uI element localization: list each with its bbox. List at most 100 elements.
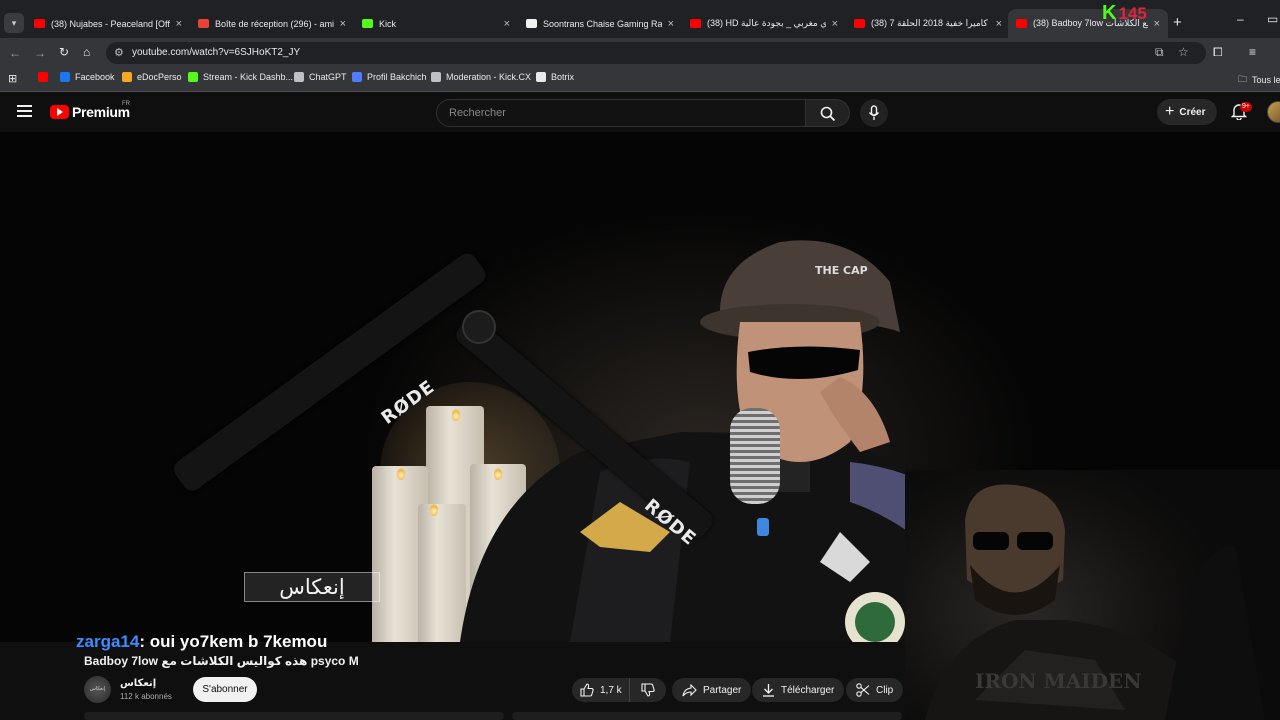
youtube-favicon-icon [1016, 19, 1027, 28]
chat-username: zarga14 [76, 632, 140, 651]
tab[interactable]: (38) Nujabes - Peaceland [Offic × [26, 9, 190, 38]
bookmark-item[interactable]: ChatGPT [294, 72, 347, 82]
chat-message: : oui yo7kem b 7kemou [139, 632, 328, 651]
bookmark-item[interactable]: eDocPerso [122, 72, 182, 82]
tab-close-icon[interactable]: × [668, 18, 674, 30]
plus-icon: + [1165, 103, 1175, 120]
browser-window: ▾ (38) Nujabes - Peaceland [Offic × Boîte … [0, 0, 1280, 720]
bookmark-label: Facebook [75, 72, 115, 82]
tab-title: Kick [379, 18, 397, 29]
tab-close-icon[interactable]: × [996, 18, 1002, 30]
tab-title: Boîte de réception (296) - amin [215, 18, 334, 29]
install-app-icon[interactable]: ⧉ [1155, 45, 1164, 60]
new-tab-button[interactable]: + [1173, 14, 1182, 31]
youtube-logo-icon[interactable] [50, 105, 69, 119]
bookmark-label: Botrix [551, 72, 575, 82]
reading-list-icon[interactable]: ≡ [1249, 45, 1256, 59]
share-label: Partager [703, 684, 742, 696]
download-button[interactable]: Télécharger [752, 678, 845, 702]
like-dislike-group: 1,7 k [572, 678, 666, 702]
subscriber-count: 112 k abonnés [120, 692, 172, 701]
chat-overlay: zarga14: oui yo7kem b 7kemou [76, 632, 327, 652]
create-button[interactable]: + Créer [1157, 99, 1217, 125]
kick-viewer-count: 145 [1118, 4, 1147, 23]
bookmark-item[interactable]: Moderation - Kick.CX [431, 72, 531, 82]
site-info-icon[interactable]: ⚙ [114, 46, 124, 59]
tab-title: (38) HD دي مغربي _ بجودة عالية [707, 18, 826, 28]
youtube-favicon-icon [854, 19, 865, 28]
download-icon [763, 684, 774, 697]
search-icon [820, 106, 836, 122]
create-label: Créer [1179, 106, 1206, 118]
thumbs-up-icon [580, 683, 594, 697]
extensions-icon[interactable]: ⧠ [1213, 45, 1223, 60]
kick-icon [188, 72, 198, 82]
download-label: Télécharger [781, 684, 835, 696]
video-title: Badboy 7low هذه كواليس الكلاشات مع psyco… [84, 654, 359, 668]
dislike-button[interactable] [630, 678, 666, 702]
apps-grid-icon[interactable]: ⊞ [8, 72, 17, 85]
microphone-icon [868, 105, 880, 120]
tab-search-menu[interactable]: ▾ [4, 13, 24, 33]
description-panel-edge [84, 712, 504, 720]
tab-close-icon[interactable]: × [176, 18, 182, 30]
voice-search-button[interactable] [860, 99, 888, 127]
tab[interactable]: Boîte de réception (296) - amin × [190, 9, 354, 38]
youtube-favicon-icon [690, 19, 701, 28]
share-button[interactable]: Partager [672, 678, 752, 702]
forward-icon[interactable]: → [34, 46, 46, 60]
tab[interactable]: Soontrans Chaise Gaming Racin × [518, 9, 682, 38]
search-button[interactable] [806, 99, 850, 127]
tab-close-icon[interactable]: × [504, 18, 510, 30]
tab-close-icon[interactable]: × [340, 18, 346, 30]
kick-counter-overlay: K 145 [1102, 2, 1147, 25]
description-panel-edge [512, 712, 902, 720]
tab[interactable]: (38) HD دي مغربي _ بجودة عالية × [682, 9, 846, 38]
mic-light [757, 518, 769, 536]
clip-button[interactable]: Clip [846, 678, 904, 702]
bookmark-item[interactable]: Stream - Kick Dashb... [188, 72, 293, 82]
streamer-webcam-overlay: IRON MAIDEN [905, 470, 1280, 720]
tab-title: (38) كاميرا خفية 2018 الحلقة 7 ... [871, 18, 990, 28]
tab[interactable]: (38) كاميرا خفية 2018 الحلقة 7 ... × [846, 9, 1010, 38]
tab-title: (38) Nujabes - Peaceland [Offic [51, 18, 170, 29]
reload-icon[interactable]: ↻ [59, 45, 69, 59]
tab-close-icon[interactable]: × [1154, 18, 1160, 30]
url-text[interactable]: youtube.com/watch?v=6SJHoKT2_JY [132, 47, 300, 58]
menu-icon[interactable] [17, 105, 32, 117]
notification-count-badge: 9+ [1240, 102, 1252, 112]
bookmark-star-icon[interactable]: ☆ [1178, 45, 1189, 59]
show-logo-watermark: إنعكاس [244, 572, 380, 602]
amazon-favicon-icon [526, 19, 537, 28]
channel-name[interactable]: إنعكاس [120, 678, 156, 689]
bookmark-item[interactable]: Facebook [60, 72, 115, 82]
bookmark-item[interactable]: Botrix [536, 72, 574, 82]
maximize-icon[interactable]: ▭ [1267, 12, 1278, 26]
region-code: FR [122, 101, 130, 107]
bookmark-label: Stream - Kick Dashb... [203, 72, 294, 82]
moderation-icon [431, 72, 441, 82]
bakchich-icon [352, 72, 362, 82]
microphone [730, 408, 780, 504]
channel-avatar[interactable]: إنعكاس [84, 676, 111, 703]
subscribe-button[interactable]: S'abonner [193, 677, 257, 702]
kick-favicon-icon [362, 19, 373, 28]
back-icon[interactable]: ← [9, 46, 21, 60]
all-bookmarks[interactable]: 🗀 Tous le [1238, 72, 1280, 88]
streamer-illustration: IRON MAIDEN [925, 484, 1265, 720]
like-button[interactable]: 1,7 k [572, 678, 630, 702]
youtube-bookmark-icon[interactable] [38, 72, 53, 82]
mic-arm-joint [462, 310, 496, 344]
facebook-icon [60, 72, 70, 82]
thumbs-down-icon [641, 683, 655, 697]
bookmark-item[interactable]: Profil Bakchich [352, 72, 427, 82]
tab-close-icon[interactable]: × [832, 18, 838, 30]
tab[interactable]: Kick × [354, 9, 518, 38]
home-icon[interactable]: ⌂ [83, 45, 90, 59]
bookmark-label: Moderation - Kick.CX [446, 72, 532, 82]
bookmark-label: Profil Bakchich [367, 72, 427, 82]
like-count: 1,7 k [600, 684, 622, 696]
search-input[interactable]: Rechercher [436, 99, 806, 127]
kick-logo: K [1102, 2, 1117, 24]
minimize-icon[interactable]: – [1237, 12, 1244, 26]
